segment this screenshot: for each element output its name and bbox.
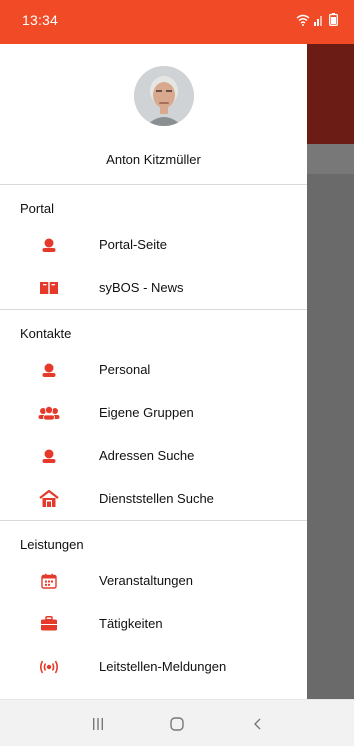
person-icon <box>38 359 60 381</box>
menu-item-sybos-news[interactable]: syBOS - News <box>0 266 307 309</box>
back-button[interactable] <box>244 710 272 738</box>
menu-item-portal-seite[interactable]: Portal-Seite <box>0 223 307 266</box>
building-icon <box>38 488 60 510</box>
navigation-bar <box>0 699 354 746</box>
briefcase-icon <box>38 613 60 635</box>
avatar[interactable] <box>134 66 194 126</box>
book-icon <box>38 277 60 299</box>
menu-item-veranstaltungen[interactable]: Veranstaltungen <box>0 559 307 602</box>
section-title-kontakte: Kontakte <box>20 326 72 341</box>
person-icon <box>38 234 60 256</box>
home-icon <box>170 717 184 731</box>
status-time: 13:34 <box>22 12 59 28</box>
person-icon <box>38 445 60 467</box>
phone-screen: 13:34 Anton Kitzmüller Portal Portal-Sei… <box>0 0 354 746</box>
menu-label: Portal-Seite <box>99 237 167 252</box>
drawer-header: Anton Kitzmüller <box>0 44 307 185</box>
recents-button[interactable] <box>84 710 112 738</box>
status-bar: 13:34 <box>0 0 354 44</box>
calendar-icon <box>38 570 60 592</box>
menu-item-personal[interactable]: Personal <box>0 348 307 391</box>
menu-label: Tätigkeiten <box>99 616 163 631</box>
recents-icon <box>93 718 103 730</box>
menu-label: Veranstaltungen <box>99 573 193 588</box>
section-kontakte: Kontakte Personal Eigene Gruppen Adresse… <box>0 310 307 521</box>
back-icon <box>254 718 261 730</box>
menu-item-leitstellen-meldungen[interactable]: Leitstellen-Meldungen <box>0 645 307 688</box>
battery-icon <box>329 13 338 31</box>
menu-label: Adressen Suche <box>99 448 195 463</box>
user-name: Anton Kitzmüller <box>106 152 201 167</box>
menu-label: Personal <box>99 362 151 377</box>
menu-label: Eigene Gruppen <box>99 405 194 420</box>
home-button[interactable] <box>163 710 191 738</box>
menu-label: syBOS - News <box>99 280 184 295</box>
group-icon <box>38 402 60 424</box>
section-leistungen: Leistungen Veranstaltungen Tätigkeiten L… <box>0 521 307 688</box>
navigation-drawer: Anton Kitzmüller Portal Portal-Seite syB… <box>0 44 307 699</box>
menu-item-dienststellen-suche[interactable]: Dienststellen Suche <box>0 477 307 520</box>
wifi-icon <box>296 13 310 31</box>
menu-item-eigene-gruppen[interactable]: Eigene Gruppen <box>0 391 307 434</box>
status-icons <box>296 13 338 31</box>
menu-label: Dienststellen Suche <box>99 491 214 506</box>
menu-item-adressen-suche[interactable]: Adressen Suche <box>0 434 307 477</box>
section-title-leistungen: Leistungen <box>20 537 84 552</box>
menu-label: Leitstellen-Meldungen <box>99 659 227 674</box>
section-portal: Portal Portal-Seite syBOS - News <box>0 185 307 310</box>
menu-item-taetigkeiten[interactable]: Tätigkeiten <box>0 602 307 645</box>
broadcast-icon <box>38 656 60 678</box>
signal-icon <box>314 13 325 31</box>
section-title-portal: Portal <box>20 201 54 216</box>
